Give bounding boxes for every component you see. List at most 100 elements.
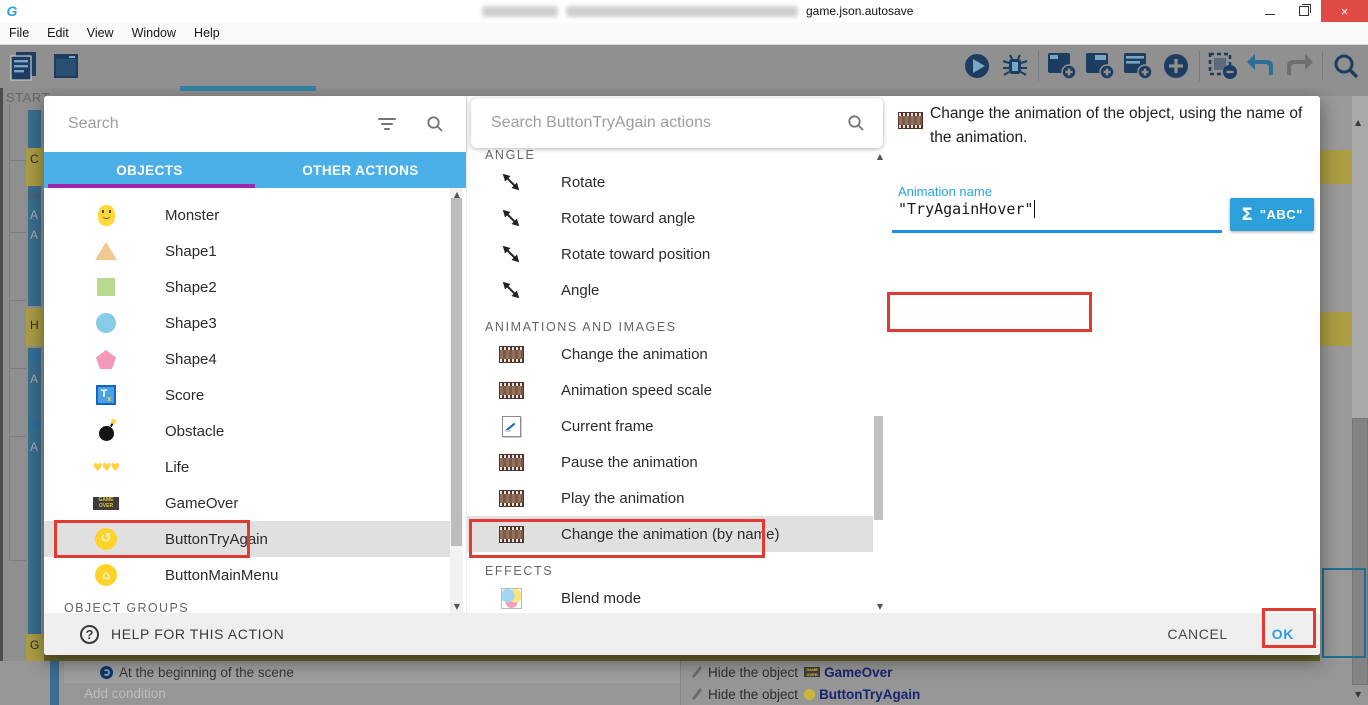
debug-icon[interactable]	[997, 48, 1033, 84]
menu-edit[interactable]: Edit	[38, 22, 78, 44]
events-tree-line	[9, 160, 26, 161]
toolbar	[0, 44, 1368, 88]
event-action-row[interactable]: Hide the object ButtonTryAgain	[681, 683, 1368, 705]
action-item[interactable]: Angle	[467, 272, 873, 308]
action-item[interactable]: Change the animation (by name)	[467, 516, 873, 552]
rotate-icon	[497, 171, 525, 193]
action-search-bar[interactable]: Search ButtonTryAgain actions	[471, 98, 883, 148]
highlighted-event-row	[1320, 312, 1352, 346]
action-object-name: GameOver	[824, 665, 892, 680]
pen-icon	[691, 687, 703, 701]
expression-editor-button[interactable]: Σ "ABC"	[1230, 198, 1314, 231]
event-condition-row[interactable]: At the beginning of the scene	[64, 661, 680, 683]
redo-icon[interactable]	[1281, 48, 1317, 84]
objects-scrollbar-thumb[interactable]	[451, 198, 462, 546]
minimize-button[interactable]	[1253, 0, 1287, 22]
search-icon[interactable]	[426, 115, 444, 133]
object-search-placeholder[interactable]: Search	[68, 115, 378, 133]
toolbar-separator	[1199, 51, 1200, 81]
objects-list: Monster Shape1 Shape2 Shape3 Shape4 Tx S…	[44, 188, 450, 613]
play-icon[interactable]	[959, 48, 995, 84]
project-manager-icon[interactable]	[6, 48, 42, 84]
object-item-shape2[interactable]: Shape2	[44, 269, 450, 305]
scroll-down-arrow[interactable]: ▼	[875, 602, 885, 611]
filmstrip-icon	[497, 382, 525, 399]
new-scene-icon[interactable]	[1044, 48, 1080, 84]
action-item[interactable]: Rotate	[467, 164, 873, 200]
tab-other-actions[interactable]: OTHER ACTIONS	[255, 152, 466, 188]
triangle-icon	[93, 242, 119, 260]
object-search-bar[interactable]: Search	[44, 96, 466, 152]
add-condition-link[interactable]: Add condition	[84, 683, 166, 705]
close-button[interactable]: ×	[1321, 0, 1368, 22]
new-external-events-icon[interactable]	[1120, 48, 1156, 84]
cancel-button[interactable]: CANCEL	[1167, 626, 1227, 642]
undo-icon[interactable]	[1243, 48, 1279, 84]
action-item[interactable]: Blend mode	[467, 580, 873, 613]
object-item-shape3[interactable]: Shape3	[44, 305, 450, 341]
objects-scrollbar-track[interactable]: ▲ ▼	[450, 188, 463, 613]
tab-objects[interactable]: OBJECTS	[44, 152, 255, 188]
ok-button[interactable]: OK	[1272, 626, 1294, 642]
object-item-obstacle[interactable]: Obstacle	[44, 413, 450, 449]
deselect-frame-icon[interactable]	[1205, 48, 1241, 84]
search-icon[interactable]	[1328, 48, 1364, 84]
event-action-row[interactable]: Hide the object GAME OVER GameOver	[681, 661, 1368, 683]
events-text-fragment: se	[28, 188, 41, 202]
action-item[interactable]: Animation speed scale	[467, 372, 873, 408]
toolbar-separator	[1038, 51, 1039, 81]
action-item[interactable]: Current frame	[467, 408, 873, 444]
actions-scrollbar-track[interactable]: ▲ ▼	[873, 150, 884, 613]
events-tree-line	[9, 104, 10, 560]
help-icon: ?	[80, 625, 99, 644]
actions-scrollbar-thumb[interactable]	[874, 416, 883, 520]
object-item-score[interactable]: Tx Score	[44, 377, 450, 413]
highlighted-event-row	[1320, 150, 1352, 184]
section-header: ANIMATIONS AND IMAGES	[467, 318, 873, 336]
blend-mode-icon	[497, 588, 525, 609]
action-item[interactable]: Pause the animation	[467, 444, 873, 480]
animation-name-input[interactable]: "TryAgainHover"	[898, 200, 1035, 218]
add-circle-icon[interactable]	[1158, 48, 1194, 84]
scroll-down-arrow[interactable]: ▼	[452, 602, 462, 611]
action-item[interactable]: Rotate toward angle	[467, 200, 873, 236]
toolbar-left-group	[6, 48, 84, 84]
action-item[interactable]: Play the animation	[467, 480, 873, 516]
restore-button[interactable]	[1287, 0, 1321, 22]
scroll-up-arrow[interactable]: ▲	[875, 152, 885, 161]
object-item-monster[interactable]: Monster	[44, 197, 450, 233]
events-tree-line	[9, 560, 26, 561]
menu-help[interactable]: Help	[185, 22, 229, 44]
current-frame-icon	[497, 416, 525, 437]
try-again-button-icon: ↺	[93, 528, 119, 550]
toolbar-separator	[1322, 51, 1323, 81]
menu-file[interactable]: File	[0, 22, 38, 44]
object-item-buttontryagain[interactable]: ↺ ButtonTryAgain	[44, 521, 450, 557]
events-tree-line	[9, 300, 26, 301]
event-indent-bar	[28, 348, 41, 634]
object-item-gameover[interactable]: GAMEOVER GameOver	[44, 485, 450, 521]
search-icon[interactable]	[847, 114, 865, 132]
events-text-fragment: C	[30, 152, 39, 166]
pentagon-icon	[93, 349, 119, 370]
beginning-of-scene-icon	[100, 666, 113, 679]
scroll-up-arrow[interactable]: ▲	[1355, 118, 1367, 127]
start-page-icon[interactable]	[48, 48, 84, 84]
events-text-fragment: A	[30, 440, 38, 454]
scroll-down-arrow[interactable]: ▼	[1355, 690, 1367, 699]
object-item-shape1[interactable]: Shape1	[44, 233, 450, 269]
gdevelop-logo-icon: G	[4, 3, 20, 19]
action-item[interactable]: Change the animation	[467, 336, 873, 372]
object-groups-header: OBJECT GROUPS	[44, 601, 450, 613]
action-item[interactable]: Rotate toward position	[467, 236, 873, 272]
action-search-placeholder[interactable]: Search ButtonTryAgain actions	[491, 114, 883, 132]
filter-icon[interactable]	[378, 118, 396, 130]
object-item-life[interactable]: ♥♥♥ Life	[44, 449, 450, 485]
menu-window[interactable]: Window	[123, 22, 185, 44]
new-external-layout-icon[interactable]	[1082, 48, 1118, 84]
object-item-buttonmainmenu[interactable]: ⌂ ButtonMainMenu	[44, 557, 450, 593]
menu-view[interactable]: View	[78, 22, 123, 44]
animation-name-label: Animation name	[898, 184, 992, 199]
object-item-shape4[interactable]: Shape4	[44, 341, 450, 377]
help-link[interactable]: ? HELP FOR THIS ACTION	[80, 625, 284, 644]
